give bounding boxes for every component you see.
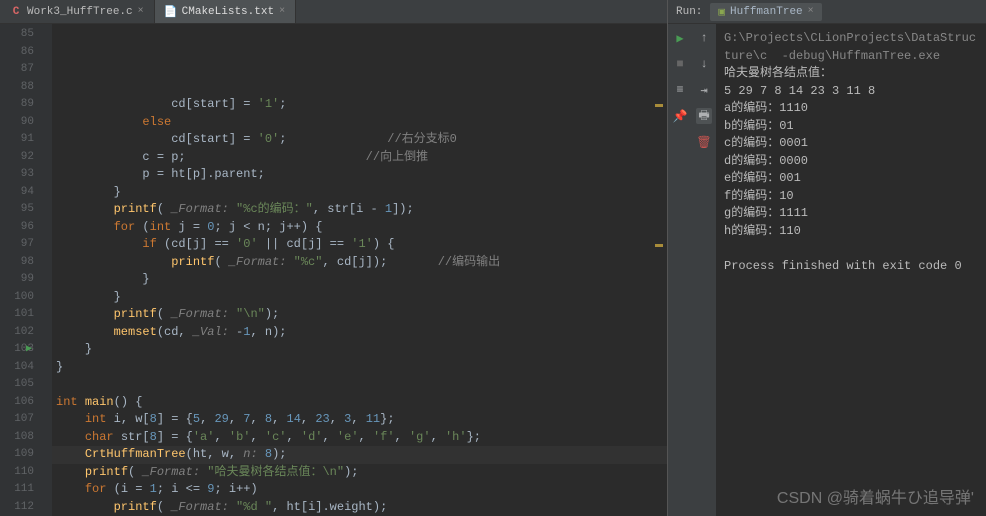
close-icon[interactable]: × <box>138 6 144 17</box>
run-toolbar-right: ↑ ↓ ⇥ 🖶 🗑 <box>692 24 716 516</box>
code-line[interactable]: cd[start] = '1'; <box>52 96 667 114</box>
run-toolbar-left: ▶ ■ ≡ 📌 <box>668 24 692 516</box>
up-icon[interactable]: ↑ <box>696 30 712 46</box>
stop-icon[interactable]: ■ <box>672 56 688 72</box>
code-content[interactable]: cd[start] = '1'; else cd[start] = '0'; /… <box>52 24 667 516</box>
run-label: Run: <box>676 6 702 18</box>
code-line[interactable]: printf( _Format: "%d ", ht[i].weight); <box>52 499 667 516</box>
tab-label: Work3_HuffTree.c <box>27 6 133 18</box>
code-line[interactable]: if (cd[j] == '0' || cd[j] == '1') { <box>52 236 667 254</box>
code-line[interactable]: int main() { <box>52 394 667 412</box>
console-output[interactable]: G:\Projects\CLionProjects\DataStructure\… <box>716 24 986 516</box>
code-line[interactable]: printf( _Format: "%c", cd[j]); //编码输出 <box>52 254 667 272</box>
wrap-icon[interactable]: ⇥ <box>696 82 712 98</box>
code-line[interactable]: p = ht[p].parent; <box>52 166 667 184</box>
code-line[interactable]: } <box>52 341 667 359</box>
code-line[interactable]: } <box>52 184 667 202</box>
editor-pane: C Work3_HuffTree.c × 📄 CMakeLists.txt × … <box>0 0 667 516</box>
code-line[interactable] <box>52 376 667 394</box>
code-line[interactable]: } <box>52 271 667 289</box>
code-line[interactable]: printf( _Format: "\n"); <box>52 306 667 324</box>
code-area[interactable]: 8586878889909192939495969798991001011021… <box>0 24 667 516</box>
run-tab[interactable]: ▣ HuffmanTree × <box>710 3 821 21</box>
print-icon[interactable]: 🖶 <box>696 108 712 124</box>
tab-work3-hufftree[interactable]: C Work3_HuffTree.c × <box>0 0 155 23</box>
warning-stripe[interactable] <box>655 104 663 107</box>
code-line[interactable]: char str[8] = {'a', 'b', 'c', 'd', 'e', … <box>52 429 667 447</box>
tab-label: CMakeLists.txt <box>182 6 274 18</box>
rerun-icon[interactable]: ▶ <box>672 30 688 46</box>
code-line[interactable]: memset(cd, _Val: -1, n); <box>52 324 667 342</box>
close-icon[interactable]: × <box>279 6 285 17</box>
tab-cmakelists[interactable]: 📄 CMakeLists.txt × <box>155 0 296 23</box>
trash-icon[interactable]: 🗑 <box>696 134 712 150</box>
layout-icon[interactable]: ≡ <box>672 82 688 98</box>
warning-stripe[interactable] <box>655 244 663 247</box>
code-line[interactable]: else <box>52 114 667 132</box>
down-icon[interactable]: ↓ <box>696 56 712 72</box>
run-tab-label: HuffmanTree <box>730 6 803 18</box>
code-line[interactable]: cd[start] = '0'; //右分支标0 <box>52 131 667 149</box>
run-pane: Run: ▣ HuffmanTree × ▶ ■ ≡ 📌 ↑ ↓ ⇥ 🖶 🗑 G… <box>668 0 986 516</box>
code-line[interactable]: printf( _Format: "哈夫曼树各结点值：\n"); <box>52 464 667 482</box>
code-line[interactable]: for (int j = 0; j < n; j++) { <box>52 219 667 237</box>
code-line[interactable]: printf( _Format: "%c的编码：", str[i - 1]); <box>52 201 667 219</box>
code-line[interactable]: c = p; //向上倒推 <box>52 149 667 167</box>
close-icon[interactable]: × <box>808 6 814 17</box>
code-line[interactable]: CrtHuffmanTree(ht, w, n: 8); <box>52 446 667 464</box>
gutter-run-icon[interactable]: ▶ <box>26 341 32 359</box>
pin-icon[interactable]: 📌 <box>672 108 688 124</box>
editor-tabs: C Work3_HuffTree.c × 📄 CMakeLists.txt × <box>0 0 667 24</box>
c-file-icon: C <box>10 6 22 18</box>
run-header: Run: ▣ HuffmanTree × <box>668 0 986 24</box>
run-config-icon: ▣ <box>718 5 725 19</box>
code-line[interactable]: } <box>52 359 667 377</box>
cmake-file-icon: 📄 <box>165 6 177 18</box>
code-line[interactable]: } <box>52 289 667 307</box>
code-line[interactable]: for (i = 1; i <= 9; i++) <box>52 481 667 499</box>
line-number-gutter: 8586878889909192939495969798991001011021… <box>0 24 52 516</box>
code-line[interactable]: int i, w[8] = {5, 29, 7, 8, 14, 23, 3, 1… <box>52 411 667 429</box>
